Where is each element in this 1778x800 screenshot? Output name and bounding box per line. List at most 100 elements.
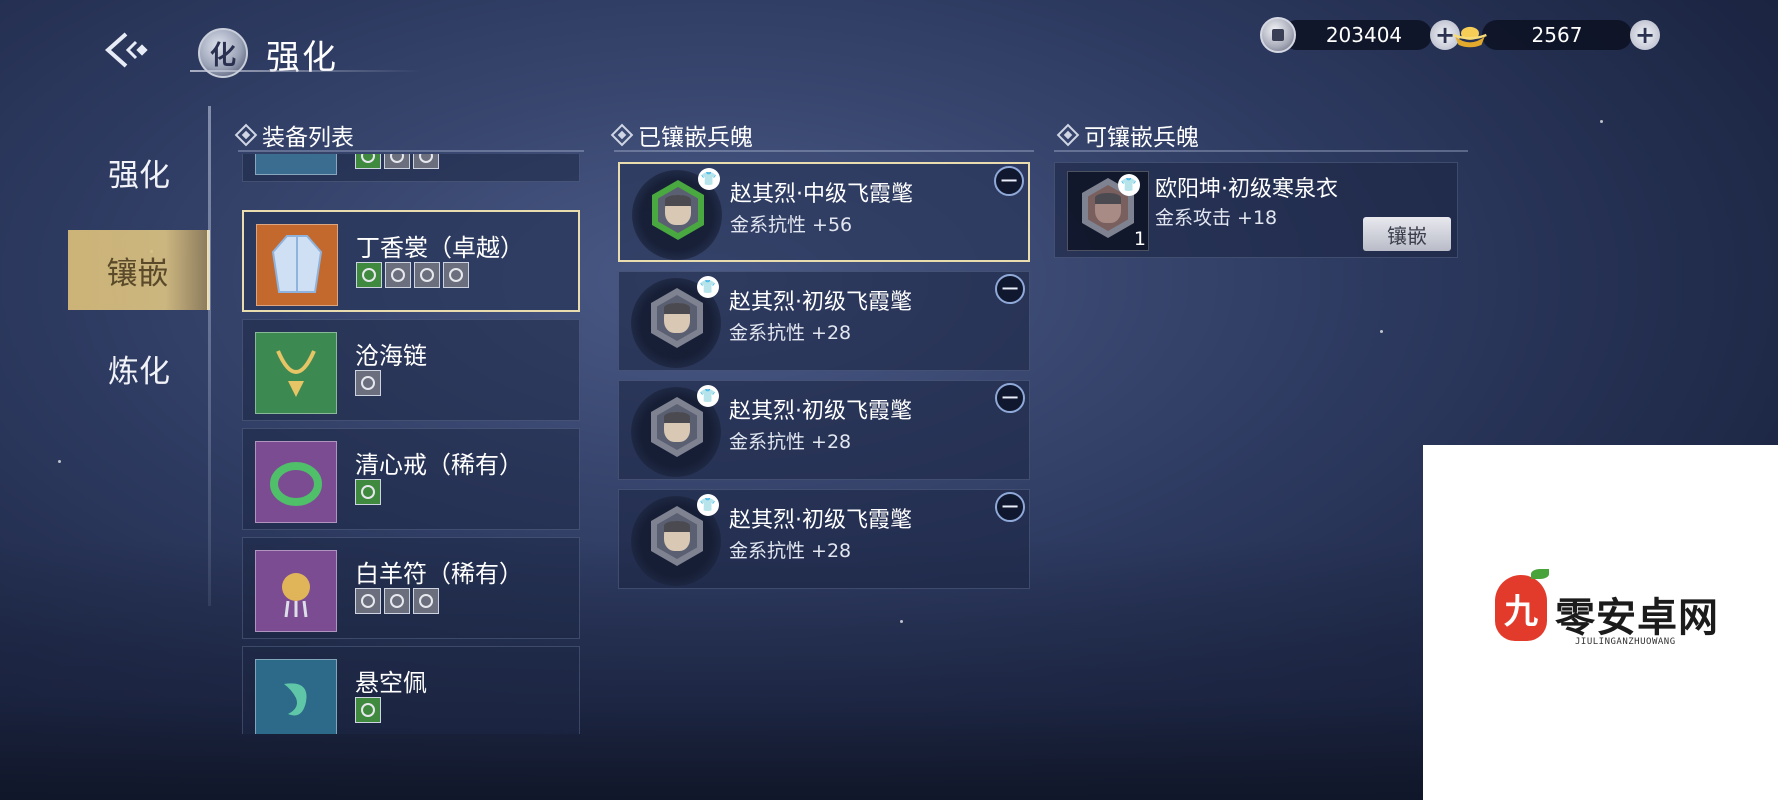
gem-slot-icon xyxy=(413,588,439,614)
soul-name: 赵其烈·初级飞霞氅 xyxy=(729,399,912,424)
coin-icon xyxy=(1260,17,1296,53)
gem-slots xyxy=(355,479,381,505)
warrior-face-icon xyxy=(665,195,691,225)
tab-refine[interactable]: 炼化 xyxy=(68,328,210,408)
equipment-item-dingxiangshang[interactable]: 丁香裳（卓越） xyxy=(242,210,580,312)
title-underline xyxy=(190,70,420,72)
gem-slots xyxy=(355,697,381,723)
tab-divider xyxy=(208,106,211,606)
gem-slot-icon xyxy=(413,154,439,169)
gem-slot-icon xyxy=(355,154,381,169)
tab-embed[interactable]: 镶嵌 xyxy=(68,230,210,310)
embed-button[interactable]: 镶嵌 xyxy=(1363,217,1451,251)
embedded-soul-card[interactable]: 👕 赵其烈·初级飞霞氅 金系抗性 +28 − xyxy=(618,380,1030,480)
diamond-icon xyxy=(1056,123,1080,147)
soul-stat: 金系抗性 +28 xyxy=(729,322,852,344)
soul-hex-frame xyxy=(652,180,704,240)
equipment-item-canghailian[interactable]: 沧海链 xyxy=(242,319,580,421)
equipment-item-qingxinjie[interactable]: 清心戒（稀有） xyxy=(242,428,580,530)
equipment-name: 白羊符（稀有） xyxy=(355,560,523,588)
leaf-icon xyxy=(1531,569,1549,579)
soul-name: 赵其烈·初级飞霞氅 xyxy=(729,290,912,315)
embedded-souls-header: 已镶嵌兵魄 xyxy=(610,118,753,152)
soul-portrait: 👕 xyxy=(631,385,721,477)
gem-slots xyxy=(355,370,381,396)
soul-portrait: 👕 xyxy=(631,276,721,368)
gem-slots xyxy=(356,262,469,288)
embedded-soul-card[interactable]: 👕 赵其烈·中级飞霞氅 金系抗性 +56 − xyxy=(618,162,1030,262)
section-divider xyxy=(238,150,584,152)
soul-stat: 金系抗性 +28 xyxy=(729,431,852,453)
robe-icon xyxy=(256,224,338,306)
watermark: 九 零安卓网 JIULINGANZHUOWANG xyxy=(1423,445,1778,800)
equipment-item-baiyangfu[interactable]: 白羊符（稀有） xyxy=(242,537,580,639)
coin-amount: 203404 xyxy=(1282,20,1432,50)
star-decoration xyxy=(58,460,61,463)
shirt-icon: 👕 xyxy=(698,168,720,190)
gem-slot-icon xyxy=(384,588,410,614)
star-decoration xyxy=(900,620,903,623)
gem-slots xyxy=(355,154,439,169)
remove-soul-button[interactable]: − xyxy=(995,274,1025,304)
gem-slot-icon xyxy=(443,262,469,288)
add-ingots-button[interactable]: + xyxy=(1630,20,1660,50)
soul-name: 赵其烈·初级飞霞氅 xyxy=(729,508,912,533)
soul-portrait: 👕 xyxy=(631,494,721,586)
shirt-icon: 👕 xyxy=(1118,174,1140,196)
shirt-icon: 👕 xyxy=(697,276,719,298)
soul-stat: 金系抗性 +28 xyxy=(729,540,852,562)
soul-portrait: 👕 xyxy=(632,168,722,260)
embedded-souls-title: 已镶嵌兵魄 xyxy=(638,125,753,151)
gem-slot-icon xyxy=(355,588,381,614)
tab-enhance[interactable]: 强化 xyxy=(68,132,210,212)
equipment-name: 丁香裳（卓越） xyxy=(356,234,524,262)
ingot-amount: 2567 xyxy=(1482,20,1632,50)
warrior-face-icon xyxy=(664,303,690,333)
hooded-face-icon xyxy=(1095,193,1121,223)
shirt-icon: 👕 xyxy=(697,385,719,407)
diamond-icon xyxy=(234,123,258,147)
equipment-list[interactable]: 丁香裳（卓越） 沧海链 清心戒（稀有） 白羊符（稀有） 悬空佩 xyxy=(238,154,584,734)
warrior-face-icon xyxy=(664,412,690,442)
soul-name: 欧阳坤·初级寒泉衣 xyxy=(1155,177,1338,202)
soul-stat: 金系抗性 +56 xyxy=(730,214,853,236)
equipment-thumbnail xyxy=(255,154,337,175)
ingot-currency: 2567 + xyxy=(1452,18,1660,52)
shirt-icon: 👕 xyxy=(697,494,719,516)
gem-slots xyxy=(355,588,439,614)
ring-icon xyxy=(255,441,337,523)
equipment-name: 悬空佩 xyxy=(355,669,427,697)
diamond-icon xyxy=(610,123,634,147)
back-arrow-icon xyxy=(104,32,148,68)
warrior-face-icon xyxy=(664,521,690,551)
back-button[interactable] xyxy=(100,28,150,72)
equipment-name: 清心戒（稀有） xyxy=(355,451,523,479)
amulet-icon xyxy=(255,550,337,632)
available-souls-header: 可镶嵌兵魄 xyxy=(1056,118,1199,152)
pendant-icon xyxy=(255,659,337,734)
star-decoration xyxy=(1600,120,1603,123)
remove-soul-button[interactable]: − xyxy=(995,492,1025,522)
soul-hex-frame xyxy=(651,506,703,566)
gem-slot-icon xyxy=(384,154,410,169)
soul-hex-frame xyxy=(651,288,703,348)
gem-slot-icon xyxy=(355,697,381,723)
gem-slot-icon xyxy=(385,262,411,288)
gem-slot-icon xyxy=(356,262,382,288)
available-soul-thumbnail: 👕 1 xyxy=(1067,171,1149,251)
watermark-logo: 九 xyxy=(1495,575,1547,641)
available-soul-card[interactable]: 👕 1 欧阳坤·初级寒泉衣 金系攻击 +18 镶嵌 xyxy=(1054,162,1458,258)
available-souls-title: 可镶嵌兵魄 xyxy=(1084,125,1199,151)
equipment-name: 沧海链 xyxy=(355,342,427,370)
remove-soul-button[interactable]: − xyxy=(994,166,1024,196)
equipment-item-partial[interactable] xyxy=(242,154,580,182)
star-decoration xyxy=(1380,330,1383,333)
equipment-item-xuankongpei[interactable]: 悬空佩 xyxy=(242,646,580,734)
section-divider xyxy=(1054,150,1468,152)
necklace-icon xyxy=(255,332,337,414)
gem-slot-icon xyxy=(355,370,381,396)
embedded-soul-card[interactable]: 👕 赵其烈·初级飞霞氅 金系抗性 +28 − xyxy=(618,489,1030,589)
remove-soul-button[interactable]: − xyxy=(995,383,1025,413)
soul-name: 赵其烈·中级飞霞氅 xyxy=(730,182,913,207)
embedded-soul-card[interactable]: 👕 赵其烈·初级飞霞氅 金系抗性 +28 − xyxy=(618,271,1030,371)
